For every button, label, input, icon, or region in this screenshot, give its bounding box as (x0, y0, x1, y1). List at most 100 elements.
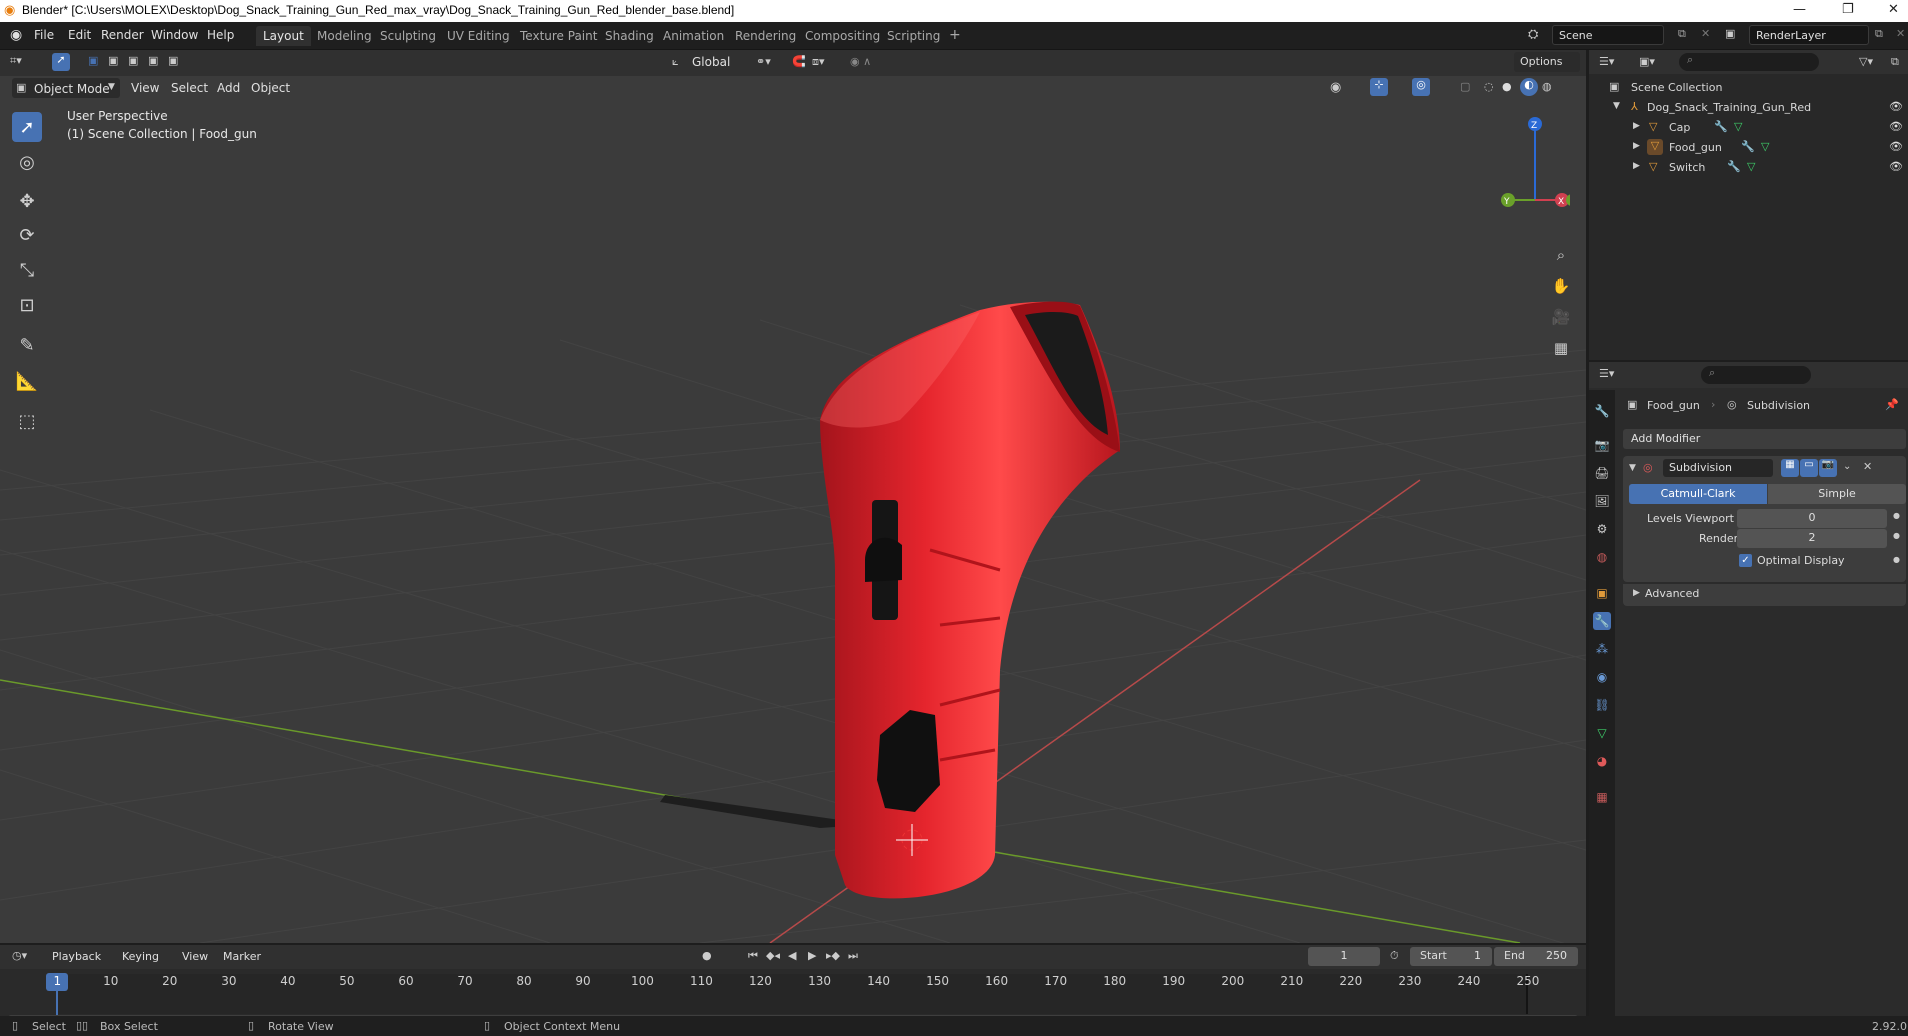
select-new-icon[interactable]: ▣ (88, 54, 98, 67)
timeline-track[interactable] (56, 974, 1528, 1014)
outliner-row-switch[interactable]: ▶ ▽ Switch 🔧 ▽ 👁 (1589, 158, 1908, 178)
keyframe-dot-icon[interactable]: ● (1893, 555, 1900, 564)
output-tab-icon[interactable]: 🖨 (1593, 464, 1611, 482)
wireframe-shading-icon[interactable]: ◌ (1484, 80, 1494, 93)
outliner-editor-icon[interactable]: ☰▾ (1599, 55, 1614, 68)
rendered-shading-icon[interactable]: ◍ (1542, 80, 1552, 93)
edit-mode-toggle-icon[interactable]: ▦ (1781, 459, 1799, 477)
move-tool[interactable]: ✥ (12, 186, 42, 216)
tab-layout[interactable]: Layout (256, 26, 311, 46)
close-button[interactable]: ✕ (1888, 2, 1899, 17)
add-workspace-button[interactable]: + (942, 24, 968, 44)
view-layer-selector[interactable]: RenderLayer (1749, 25, 1869, 45)
viewport-menu-object[interactable]: Object (251, 81, 290, 95)
advanced-subpanel[interactable]: ▶ Advanced (1623, 584, 1906, 606)
catmull-clark-option[interactable]: Catmull-Clark (1629, 484, 1767, 504)
delete-view-layer-icon[interactable]: ✕ (1896, 27, 1905, 40)
properties-editor-icon[interactable]: ☰▾ (1599, 367, 1614, 380)
mesh-data-icon[interactable]: ▽ (1734, 120, 1742, 133)
tab-rendering[interactable]: Rendering (728, 26, 803, 46)
visibility-eye-icon[interactable]: 👁 (1889, 120, 1903, 133)
add-cube-tool[interactable]: ⬚ (12, 406, 42, 436)
remove-modifier-icon[interactable]: ✕ (1863, 460, 1872, 473)
render-toggle-icon[interactable]: 📷 (1819, 459, 1837, 477)
measure-tool[interactable]: 📐 (12, 366, 42, 396)
select-intersect-icon[interactable]: ▣ (148, 54, 158, 67)
object-tab-icon[interactable]: ▣ (1593, 584, 1611, 602)
timeline-menu-view[interactable]: View (182, 950, 208, 963)
tool-tab-icon[interactable]: 🔧 (1593, 402, 1611, 420)
scene-icon[interactable]: ⛭ (1528, 27, 1538, 42)
outliner-row-cap[interactable]: ▶ ▽ Cap 🔧 ▽ 👁 (1589, 118, 1908, 138)
play-reverse-icon[interactable]: ◀ (788, 949, 796, 962)
modifier-name-field[interactable]: Subdivision (1663, 459, 1773, 477)
modifier-wrench-icon[interactable]: 🔧 (1741, 140, 1755, 153)
menu-render[interactable]: Render (101, 28, 144, 42)
expand-icon[interactable]: ▶ (1633, 161, 1640, 171)
annotate-tool[interactable]: ✎ (12, 330, 42, 360)
add-modifier-button[interactable]: Add Modifier (1623, 429, 1906, 449)
xray-icon[interactable]: ▢ (1460, 80, 1470, 93)
play-icon[interactable]: ▶ (808, 949, 816, 962)
constraints-tab-icon[interactable]: ⛓ (1593, 696, 1611, 714)
menu-edit[interactable]: Edit (68, 28, 91, 42)
view-layer-icon[interactable]: ▣ (1725, 27, 1735, 40)
timeline-menu-keying[interactable]: Keying (122, 950, 159, 963)
select-invert-icon[interactable]: ▣ (168, 54, 178, 67)
timeline-editor-icon[interactable]: ◷▾ (12, 949, 27, 962)
tab-animation[interactable]: Animation (656, 26, 731, 46)
snap-target-icon[interactable]: ⧈▾ (812, 55, 825, 69)
camera-view-icon[interactable]: 🎥 (1548, 304, 1574, 330)
scale-tool[interactable]: ⤡ (12, 255, 42, 285)
new-view-layer-icon[interactable]: ⧉ (1875, 27, 1883, 41)
particles-tab-icon[interactable]: ⁂ (1593, 640, 1611, 658)
record-icon[interactable]: ● (702, 949, 712, 962)
keyframe-dot-icon[interactable]: ● (1893, 511, 1900, 520)
expand-icon[interactable]: ▶ (1633, 121, 1640, 131)
mesh-data-icon[interactable]: ▽ (1747, 160, 1755, 173)
transform-orientation-selector[interactable]: Global (692, 55, 730, 69)
menu-help[interactable]: Help (207, 28, 234, 42)
3d-viewport[interactable]: ▣ Object Mode ▼ View Select Add Object ◉… (0, 50, 1586, 943)
physics-tab-icon[interactable]: ◉ (1593, 668, 1611, 686)
gizmo-toggle-icon[interactable]: ⊹ (1370, 78, 1388, 96)
pivot-point-icon[interactable]: ⚭▾ (756, 55, 771, 68)
pin-icon[interactable]: 📌 (1885, 398, 1899, 411)
outliner-row-scene-collection[interactable]: ▣ Scene Collection (1589, 78, 1908, 98)
solid-shading-icon[interactable]: ● (1502, 80, 1512, 93)
navigation-gizmo[interactable]: Z Y X (1490, 110, 1570, 220)
visibility-eye-icon[interactable]: 👁 (1889, 160, 1903, 173)
viewport-menu-view[interactable]: View (131, 81, 159, 95)
mode-selector[interactable]: ▣ Object Mode ▼ (12, 78, 120, 98)
maximize-button[interactable]: ❐ (1842, 2, 1854, 17)
texture-tab-icon[interactable]: ▦ (1593, 788, 1611, 806)
view-layer-tab-icon[interactable]: 🖼 (1593, 492, 1611, 510)
blender-menu-icon[interactable]: ◉ (10, 27, 22, 43)
viewport-menu-add[interactable]: Add (217, 81, 240, 95)
tab-uv-editing[interactable]: UV Editing (440, 26, 517, 46)
select-tool-icon[interactable]: ➚ (52, 53, 70, 71)
select-box-tool[interactable]: ➚ (12, 112, 42, 142)
world-tab-icon[interactable]: ◍ (1593, 548, 1611, 566)
prev-keyframe-icon[interactable]: ◆◂ (766, 949, 780, 962)
delete-scene-icon[interactable]: ✕ (1701, 27, 1710, 40)
viewport-display-toggle-icon[interactable]: ▭ (1800, 459, 1818, 477)
render-tab-icon[interactable]: 📷 (1593, 436, 1611, 454)
pan-hand-icon[interactable]: ✋ (1548, 273, 1574, 299)
menu-window[interactable]: Window (151, 28, 198, 42)
expand-icon[interactable]: ▶ (1633, 588, 1640, 598)
expand-icon[interactable]: ▶ (1633, 141, 1640, 151)
transform-tool[interactable]: ⊡ (12, 290, 42, 320)
timeline-menu-playback[interactable]: Playback (52, 950, 101, 963)
tab-shading[interactable]: Shading (598, 26, 661, 46)
editor-type-icon[interactable]: ⌗▾ (10, 54, 22, 68)
visibility-eye-icon[interactable]: 👁 (1889, 140, 1903, 153)
tab-modeling[interactable]: Modeling (310, 26, 379, 46)
scene-selector[interactable]: Scene (1552, 25, 1664, 45)
select-extend-icon[interactable]: ▣ (108, 54, 118, 67)
ortho-grid-icon[interactable]: ▦ (1548, 335, 1574, 361)
tab-scripting[interactable]: Scripting (880, 26, 947, 46)
simple-option[interactable]: Simple (1768, 484, 1906, 504)
proportional-edit-icon[interactable]: ◉ ∧ (850, 55, 871, 68)
snap-icon[interactable]: 🧲 (792, 55, 806, 68)
